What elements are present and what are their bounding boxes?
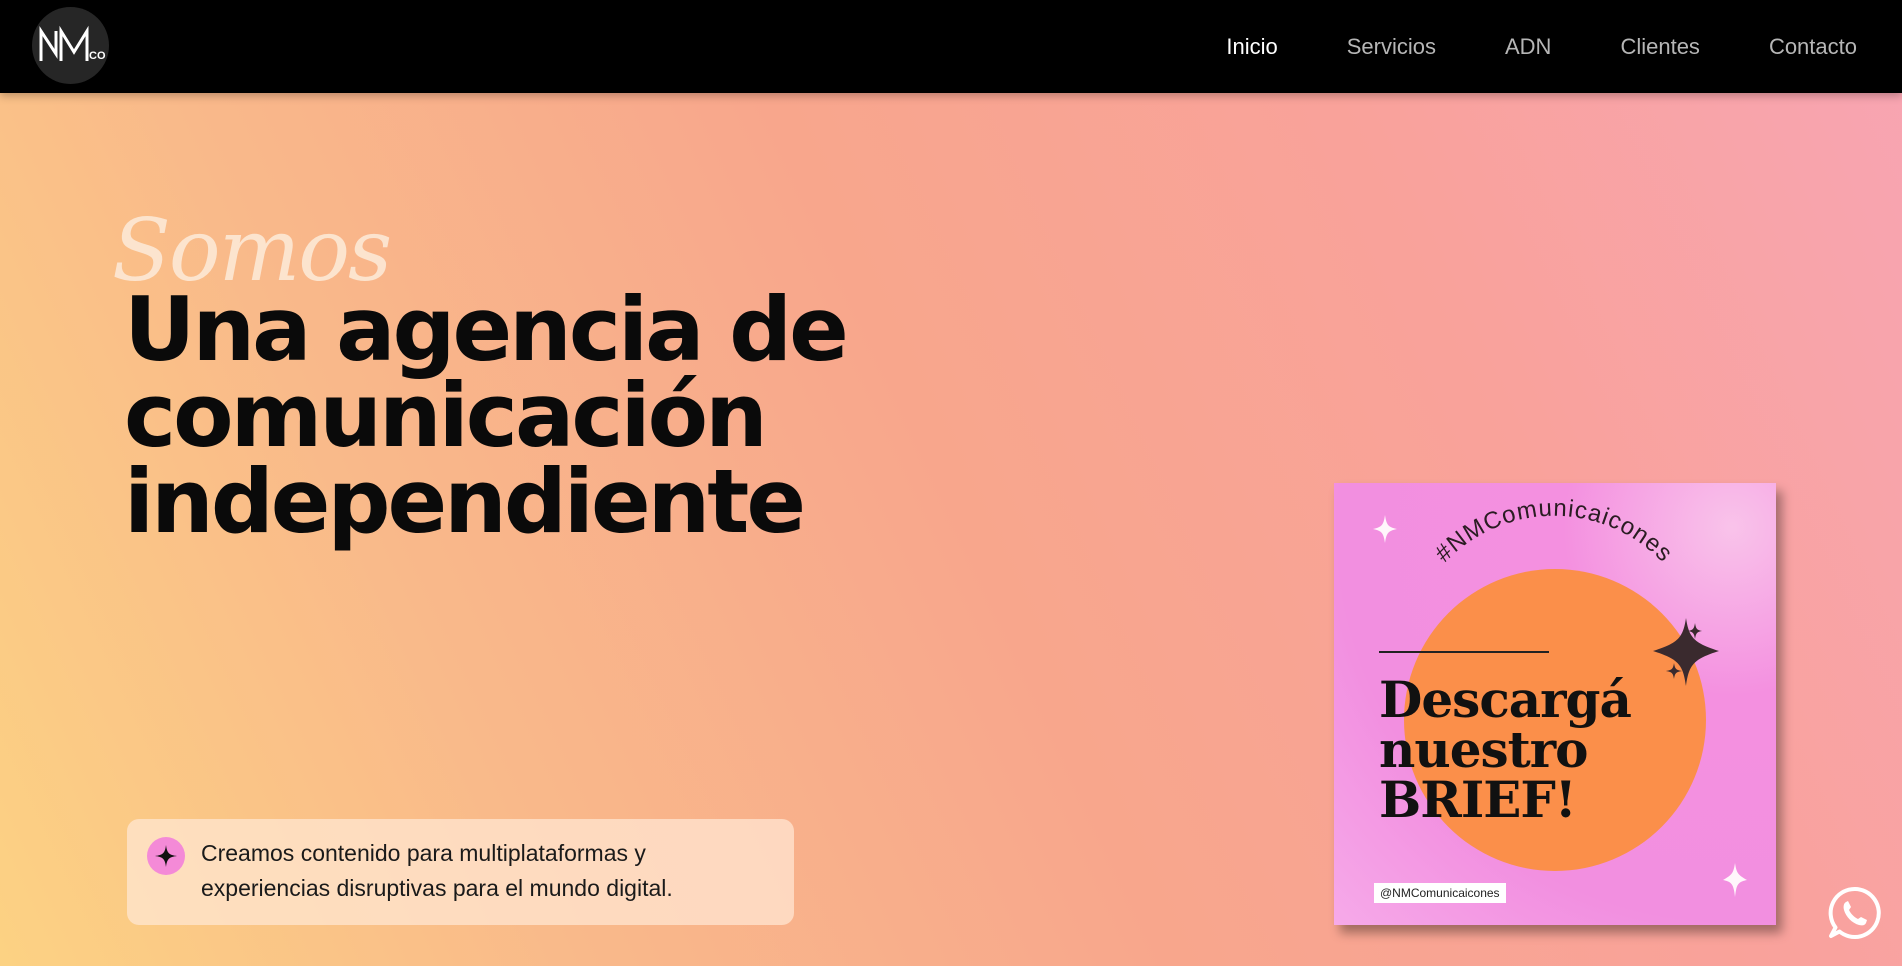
tagline-text: Creamos contenido para multiplataformas … [201, 840, 673, 901]
sparkle-icon [1373, 515, 1397, 543]
hero-headline: Una agencia de comunicación independient… [124, 278, 849, 553]
nav-item-inicio[interactable]: Inicio [1226, 34, 1277, 60]
svg-text:CO: CO [89, 50, 106, 62]
headline-line-1: Una agencia de [124, 278, 849, 381]
nav-item-clientes[interactable]: Clientes [1620, 34, 1699, 60]
nav-item-contacto[interactable]: Contacto [1769, 34, 1857, 60]
main-nav: Inicio Servicios ADN Clientes Contacto [1157, 0, 1857, 93]
sparkle-icon [1723, 863, 1747, 897]
nav-item-servicios[interactable]: Servicios [1347, 34, 1436, 60]
whatsapp-button[interactable] [1826, 884, 1884, 942]
brief-handle: @NMComunicaicones [1374, 883, 1506, 903]
brief-divider [1379, 651, 1549, 653]
brief-title-line-2: nuestro [1379, 720, 1588, 779]
tagline-box: Creamos contenido para multiplataformas … [127, 819, 794, 925]
logo[interactable]: CO [32, 7, 109, 84]
whatsapp-icon [1828, 886, 1881, 939]
brief-hashtag: #NMComunicaicones [1430, 495, 1679, 568]
brief-download-card[interactable]: #NMComunicaicones Descargá nuestro BRIEF… [1334, 483, 1776, 925]
nav-item-adn[interactable]: ADN [1505, 34, 1551, 60]
site-header: CO Inicio Servicios ADN Clientes Contact… [0, 0, 1902, 93]
brief-title-line-3: BRIEF! [1379, 770, 1577, 829]
headline-line-2: comunicación [124, 364, 768, 467]
sparkle-icon [147, 837, 185, 875]
headline-line-3: independiente [124, 450, 806, 553]
brief-title: Descargá nuestro BRIEF! [1379, 670, 1632, 829]
nm-logo-icon: CO [39, 25, 106, 62]
brief-title-line-1: Descargá [1379, 670, 1632, 729]
